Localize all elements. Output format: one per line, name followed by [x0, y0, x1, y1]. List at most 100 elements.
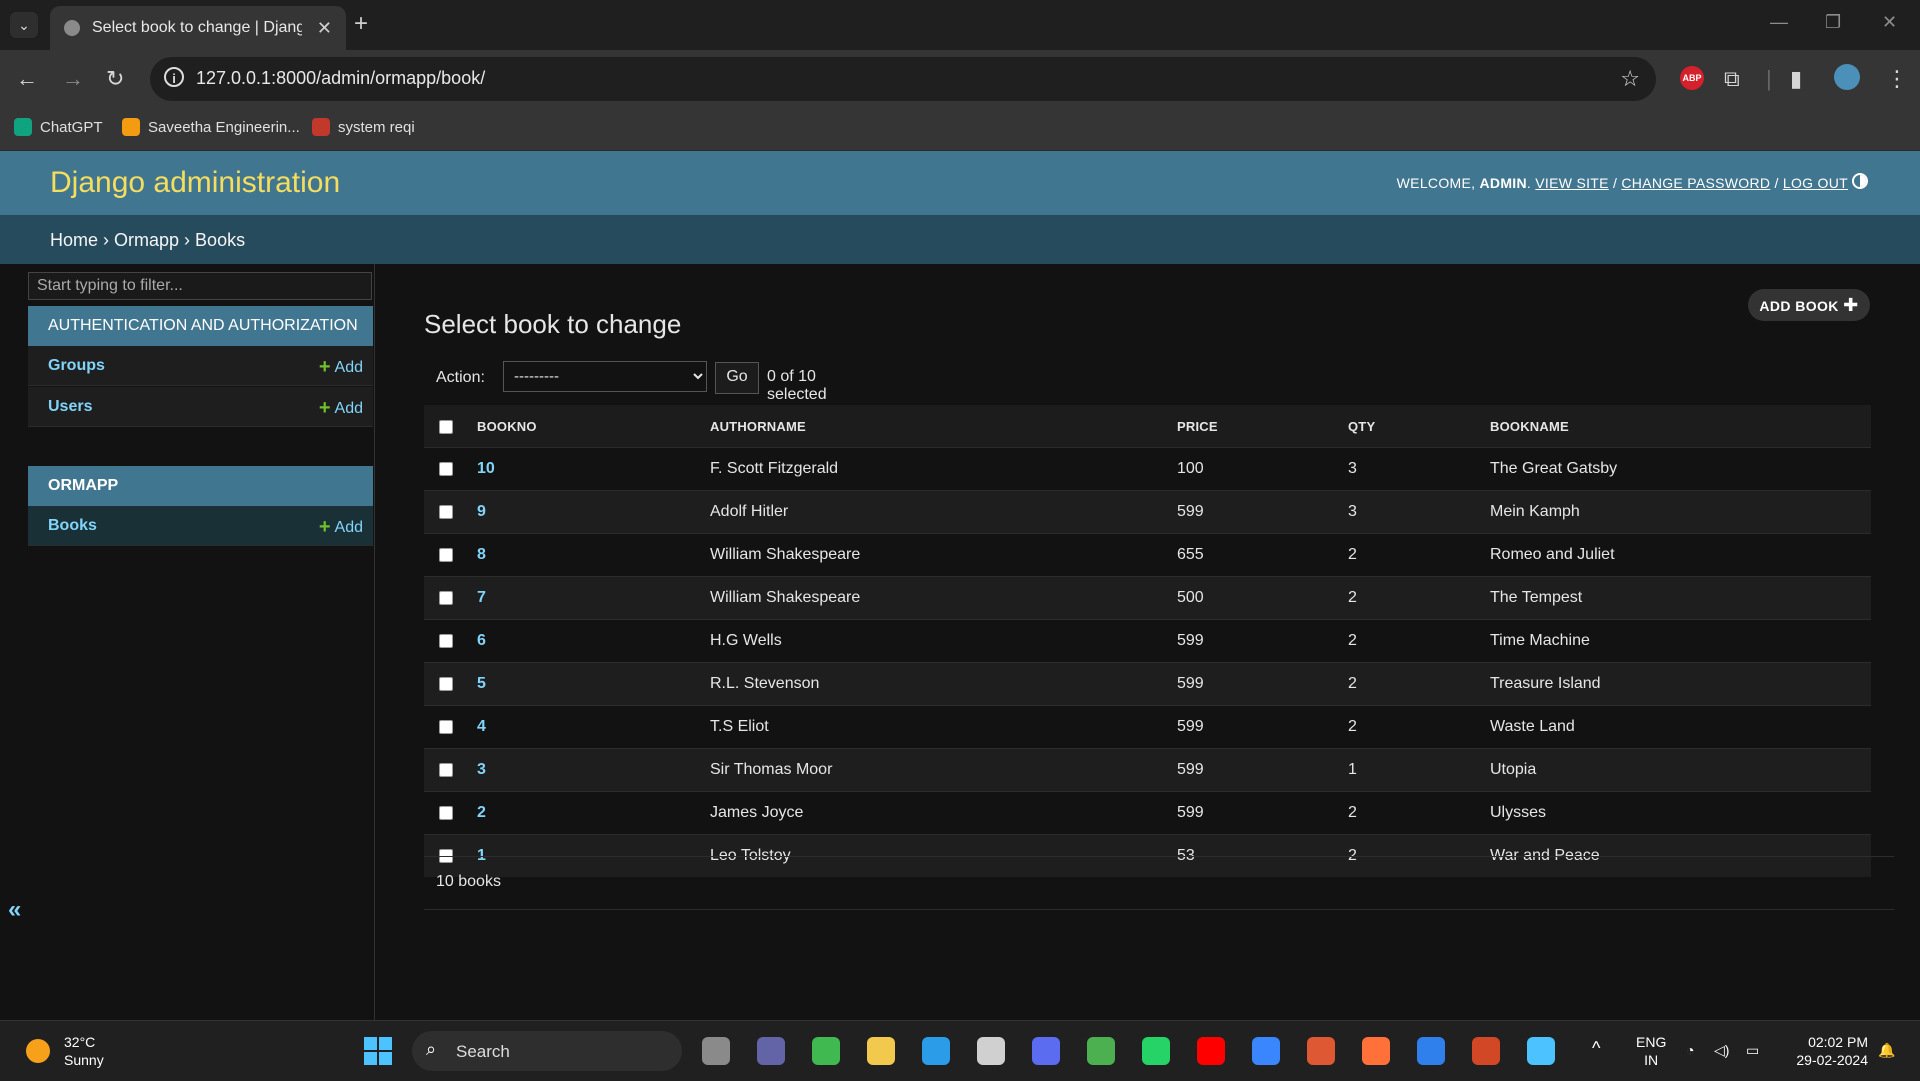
book-link[interactable]: 4: [477, 718, 486, 735]
column-header-price[interactable]: PRICE: [1176, 405, 1347, 448]
book-link[interactable]: 3: [477, 761, 486, 778]
battery-icon[interactable]: ▭: [1746, 1041, 1759, 1059]
chevron-up-icon[interactable]: ^: [1592, 1039, 1600, 1057]
address-bar[interactable]: i 127.0.0.1:8000/admin/ormapp/book/ ☆: [150, 57, 1656, 101]
breadcrumb-app[interactable]: Ormapp: [114, 230, 179, 250]
row-checkbox[interactable]: [439, 762, 453, 777]
wifi-icon[interactable]: ◔: [1686, 1041, 1694, 1059]
powerpoint-icon[interactable]: [1472, 1037, 1500, 1065]
whatsapp-icon[interactable]: [1142, 1037, 1170, 1065]
profile-avatar[interactable]: [1834, 64, 1860, 90]
system-clock[interactable]: 02:02 PM 29-02-2024: [1780, 1033, 1868, 1069]
row-checkbox[interactable]: [439, 590, 453, 605]
app-icon[interactable]: [1252, 1037, 1280, 1065]
site-info-icon[interactable]: i: [164, 67, 184, 87]
youtube-icon[interactable]: [1197, 1037, 1225, 1065]
add-groups-link[interactable]: + Add: [319, 356, 363, 379]
minimize-icon[interactable]: —: [1770, 12, 1788, 33]
forward-arrow-icon[interactable]: →: [62, 66, 84, 92]
notepad-icon[interactable]: [1527, 1037, 1555, 1065]
back-arrow-icon[interactable]: ←: [16, 66, 38, 92]
firefox-icon[interactable]: [1362, 1037, 1390, 1065]
close-tab-icon[interactable]: ✕: [317, 18, 332, 39]
add-users-link[interactable]: + Add: [319, 397, 363, 420]
change-password-link[interactable]: CHANGE PASSWORD: [1621, 175, 1770, 191]
sidebar-item-books[interactable]: Books + Add: [28, 506, 373, 546]
duckduckgo-icon[interactable]: [1307, 1037, 1335, 1065]
cell-bookno: 9: [476, 490, 709, 534]
column-header-authorname[interactable]: AUTHORNAME: [709, 405, 1176, 448]
book-link[interactable]: 5: [477, 675, 486, 692]
sidebar-item-label[interactable]: Users: [48, 398, 92, 416]
row-checkbox[interactable]: [439, 504, 453, 519]
breadcrumb-home[interactable]: Home: [50, 230, 98, 250]
row-checkbox[interactable]: [439, 805, 453, 820]
row-checkbox[interactable]: [439, 676, 453, 691]
weather-widget[interactable]: 32°C Sunny: [26, 1033, 104, 1069]
sidebar-item-label[interactable]: Books: [48, 517, 97, 535]
store-icon[interactable]: [977, 1037, 1005, 1065]
menu-kebab-icon[interactable]: ⋮: [1886, 66, 1908, 92]
sidebar-item-users[interactable]: Users + Add: [28, 387, 373, 427]
row-checkbox[interactable]: [439, 547, 453, 562]
bookmark-system-reqi[interactable]: system reqi: [312, 118, 415, 136]
action-select[interactable]: ---------: [503, 361, 707, 392]
address-url[interactable]: 127.0.0.1:8000/admin/ormapp/book/: [196, 68, 485, 89]
sidebar-filter-input[interactable]: Start typing to filter...: [28, 272, 372, 300]
select-all-checkbox[interactable]: [439, 419, 453, 434]
browser-tab-active[interactable]: Select book to change | Django site admi…: [50, 6, 346, 50]
add-book-button[interactable]: ADD BOOK ✚: [1748, 289, 1870, 321]
book-link[interactable]: 8: [477, 546, 486, 563]
language-indicator[interactable]: ENG IN: [1636, 1033, 1666, 1069]
collapse-sidebar-icon[interactable]: «: [8, 896, 21, 924]
adblock-plus-icon[interactable]: ABP: [1680, 66, 1704, 90]
book-link[interactable]: 7: [477, 589, 486, 606]
site-title[interactable]: Django administration: [50, 166, 340, 200]
meet-icon[interactable]: [757, 1037, 785, 1065]
bookmark-chatgpt[interactable]: ChatGPT: [14, 118, 103, 136]
tab-search-button[interactable]: ⌄: [10, 12, 38, 38]
new-tab-icon[interactable]: +: [354, 10, 368, 38]
volume-icon[interactable]: ◁): [1714, 1041, 1729, 1059]
row-checkbox-cell: [424, 748, 476, 792]
chrome-icon[interactable]: [1087, 1037, 1115, 1065]
bookmark-star-icon[interactable]: ☆: [1620, 66, 1640, 92]
column-header-bookname[interactable]: BOOKNAME: [1489, 405, 1871, 448]
task-view-icon[interactable]: [702, 1037, 730, 1065]
book-link[interactable]: 10: [477, 460, 495, 477]
file-explorer-icon[interactable]: [867, 1037, 895, 1065]
notification-bell-icon[interactable]: 🔔: [1878, 1041, 1895, 1059]
windows-start-icon[interactable]: [364, 1037, 392, 1065]
side-panel-icon[interactable]: ▮: [1790, 66, 1802, 92]
cell-bookname: Ulysses: [1489, 791, 1871, 835]
view-site-link[interactable]: VIEW SITE: [1535, 175, 1609, 191]
extensions-puzzle-icon[interactable]: ⧉: [1724, 66, 1740, 92]
book-link[interactable]: 6: [477, 632, 486, 649]
bookmark-saveetha[interactable]: Saveetha Engineerin...: [122, 118, 300, 136]
vscode-icon[interactable]: [1417, 1037, 1445, 1065]
circle-app-icon[interactable]: [812, 1037, 840, 1065]
cell-bookno: 6: [476, 619, 709, 663]
window-close-icon[interactable]: ✕: [1882, 12, 1897, 33]
vpn-icon[interactable]: [1032, 1037, 1060, 1065]
sidebar-item-groups[interactable]: Groups + Add: [28, 346, 373, 386]
sidebar-item-label[interactable]: Groups: [48, 357, 105, 375]
row-checkbox[interactable]: [439, 719, 453, 734]
column-header-qty[interactable]: QTY: [1347, 405, 1489, 448]
row-checkbox[interactable]: [439, 633, 453, 648]
reload-icon[interactable]: ↻: [106, 66, 124, 92]
book-link[interactable]: 2: [477, 804, 486, 821]
add-books-link[interactable]: + Add: [319, 516, 363, 539]
log-out-link[interactable]: LOG OUT: [1783, 175, 1848, 191]
book-link[interactable]: 9: [477, 503, 486, 520]
edge-icon[interactable]: [922, 1037, 950, 1065]
theme-toggle-icon[interactable]: [1852, 173, 1868, 189]
module-caption-ormapp[interactable]: ORMAPP: [28, 466, 373, 506]
row-checkbox-cell: [424, 533, 476, 577]
go-button[interactable]: Go: [715, 362, 759, 394]
column-header-bookno[interactable]: BOOKNO: [476, 405, 709, 448]
restore-icon[interactable]: ❐: [1825, 12, 1841, 33]
module-caption-auth[interactable]: AUTHENTICATION AND AUTHORIZATION: [28, 306, 373, 346]
row-checkbox[interactable]: [439, 461, 453, 476]
taskbar-search[interactable]: ⌕ Search: [412, 1031, 682, 1071]
